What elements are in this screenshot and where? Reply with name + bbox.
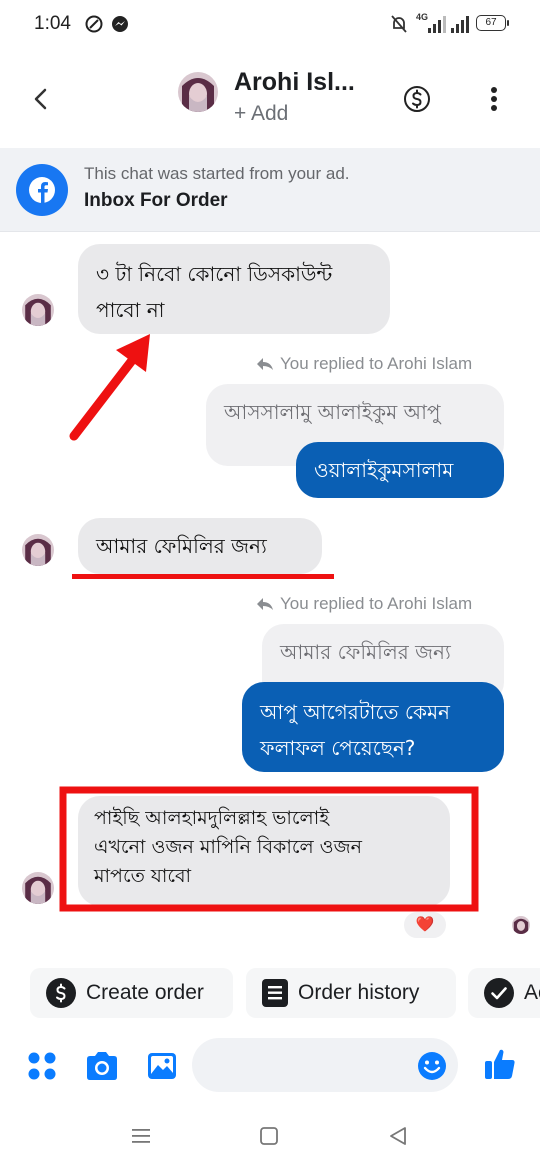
red-arrow-annotation bbox=[69, 334, 150, 441]
recent-apps-icon[interactable] bbox=[130, 1126, 152, 1146]
receipt-icon bbox=[262, 979, 288, 1007]
create-order-chip[interactable]: Create order bbox=[30, 968, 233, 1018]
red-box-annotation bbox=[59, 786, 479, 912]
apps-menu-icon[interactable] bbox=[26, 1050, 58, 1082]
check-circle-icon bbox=[484, 978, 514, 1008]
dollar-circle-icon bbox=[46, 978, 76, 1008]
back-nav-icon[interactable] bbox=[388, 1126, 408, 1146]
gallery-icon[interactable] bbox=[146, 1050, 178, 1082]
order-history-chip[interactable]: Order history bbox=[246, 968, 456, 1018]
home-icon[interactable] bbox=[259, 1126, 279, 1146]
emoji-icon[interactable] bbox=[416, 1050, 448, 1082]
third-action-label: Ac bbox=[524, 981, 540, 1004]
thumbs-up-icon[interactable] bbox=[482, 1046, 518, 1082]
create-order-label: Create order bbox=[86, 981, 204, 1004]
order-history-label: Order history bbox=[298, 981, 420, 1004]
red-underline-annotation bbox=[72, 574, 334, 579]
third-action-chip[interactable]: Ac bbox=[468, 968, 540, 1018]
camera-icon[interactable] bbox=[84, 1050, 120, 1082]
